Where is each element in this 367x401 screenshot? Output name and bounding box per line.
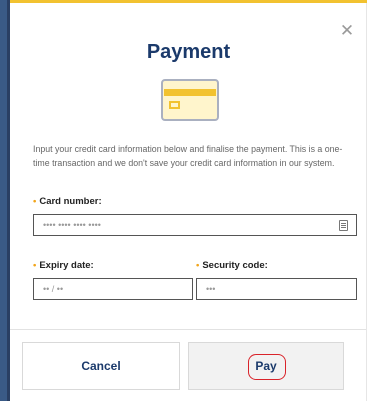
cancel-button[interactable]: Cancel — [22, 342, 180, 390]
security-code-input[interactable]: ••• — [196, 278, 357, 300]
cancel-button-label: Cancel — [81, 359, 121, 373]
modal-footer: Cancel Pay — [10, 329, 367, 401]
required-mark: • — [196, 260, 200, 271]
required-mark: • — [33, 196, 37, 207]
payment-modal: ✕ Payment Input your credit card informa… — [10, 3, 367, 401]
required-mark: • — [33, 260, 37, 271]
pay-button[interactable]: Pay — [188, 342, 344, 390]
expiry-date-placeholder: •• / •• — [43, 284, 64, 294]
background-left-edge — [0, 0, 10, 401]
security-code-label: • Security code: — [196, 260, 268, 271]
card-number-label: • Card number: — [33, 196, 102, 207]
security-code-placeholder: ••• — [206, 284, 216, 294]
expiry-date-label-text: Expiry date: — [39, 260, 94, 271]
card-field-icon — [339, 220, 348, 231]
expiry-date-input[interactable]: •• / •• — [33, 278, 193, 300]
expiry-date-label: • Expiry date: — [33, 260, 94, 271]
security-code-label-text: Security code: — [202, 260, 268, 271]
credit-card-icon — [161, 79, 219, 121]
modal-description: Input your credit card information below… — [33, 144, 343, 168]
close-icon[interactable]: ✕ — [339, 22, 355, 39]
modal-title: Payment — [146, 41, 231, 63]
card-number-input[interactable]: •••• •••• •••• •••• — [33, 214, 357, 236]
pay-button-label: Pay — [255, 359, 277, 373]
card-number-label-text: Card number: — [39, 196, 102, 207]
card-number-placeholder: •••• •••• •••• •••• — [43, 220, 101, 230]
